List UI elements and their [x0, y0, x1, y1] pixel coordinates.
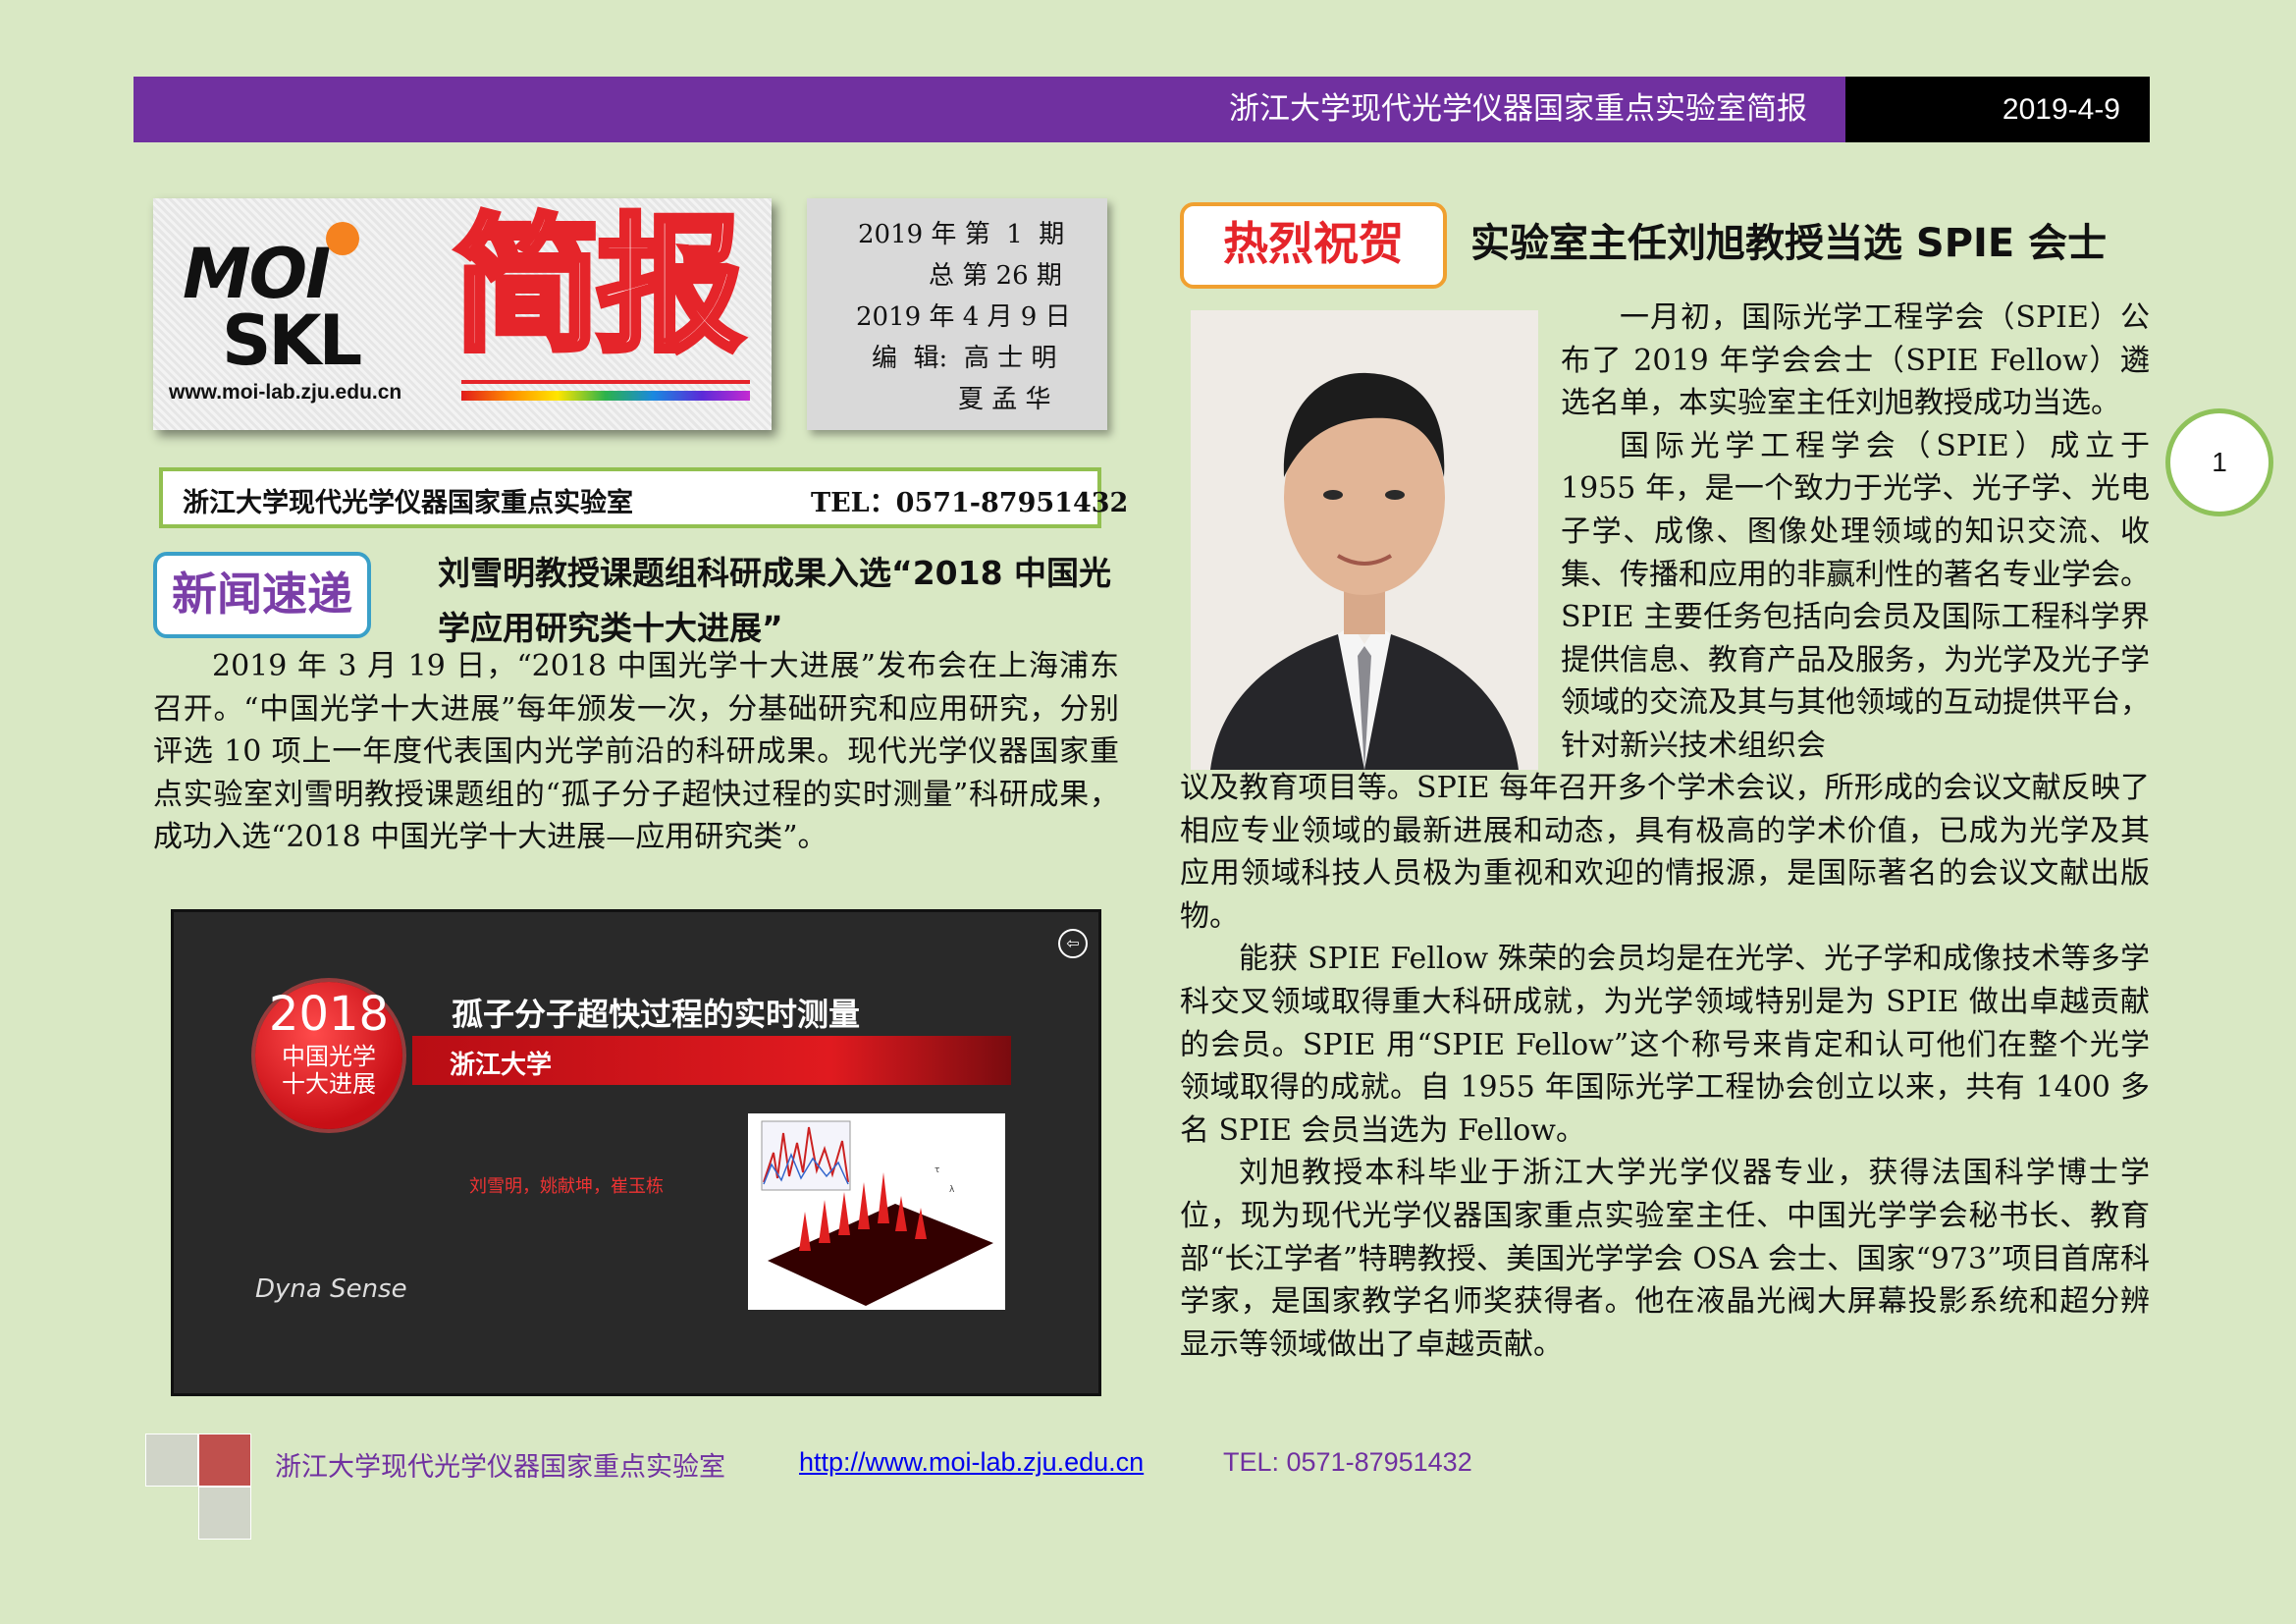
logo-rainbow-rule	[461, 391, 750, 401]
footer-url-link[interactable]: http://www.moi-lab.zju.edu.cn	[799, 1447, 1144, 1478]
issue-date: 2019 年 4 月 9 日	[856, 302, 1071, 332]
feature-title: 实验室主任刘旭教授当选 SPIE 会士	[1470, 221, 2108, 266]
award-badge-line1: 中国光学	[282, 1043, 376, 1070]
footer-square-icon	[145, 1434, 198, 1487]
feature-paragraph-2-top: 国际光学工程学会（SPIE）成立于 1955 年，是一个致力于光学、光子学、光电…	[1561, 428, 2150, 763]
issue-info: 2019 年 第 1 期 总 第 26 期 2019 年 4 月 9 日 编 辑…	[807, 198, 1107, 430]
portrait-person-icon	[1191, 310, 1538, 770]
svg-text:τ: τ	[934, 1165, 939, 1175]
feature-text-bottom: 议及教育项目等。SPIE 每年召开多个学术会议，所形成的会议文献反映了相应专业领…	[1180, 767, 2150, 1366]
logo-url: www.moi-lab.zju.edu.cn	[169, 381, 402, 404]
header-title: 浙江大学现代光学仪器国家重点实验室简报	[1229, 91, 1807, 127]
footer-square-red-icon	[198, 1434, 251, 1487]
logo-title: 简报	[451, 201, 747, 372]
slide-plot-image: τ λ	[748, 1113, 1005, 1310]
logo-dot-icon	[326, 222, 359, 255]
issue-editor-2: 夏 孟 华	[958, 385, 1051, 414]
slide-university: 浙江大学	[450, 1051, 553, 1080]
footer-tel: TEL: 0571-87951432	[1223, 1447, 1472, 1477]
news-title: 刘雪明教授课题组科研成果入选“2018 中国光学应用研究类十大进展”	[438, 554, 1112, 647]
portrait-photo	[1191, 310, 1538, 770]
slide-brand: Dyna Sense	[255, 1274, 407, 1304]
award-badge-year: 2018	[268, 987, 390, 1042]
news-body: 2019 年 3 月 19 日，“2018 中国光学十大进展”发布会在上海浦东召…	[153, 649, 1119, 854]
feature-paragraph-4: 刘旭教授本科毕业于浙江大学光学仪器专业，获得法国科学博士学位，现为现代光学仪器国…	[1180, 1156, 2150, 1362]
lab-tel: TEL：0571-87951432	[811, 488, 1129, 518]
feature-paragraph-3: 能获 SPIE Fellow 殊荣的会员均是在光学、光子学和成像技术等多学科交叉…	[1180, 942, 2150, 1148]
slide-authors: 刘雪明，姚献坤，崔玉栋	[469, 1176, 664, 1197]
logo-red-rule	[461, 380, 750, 384]
feature-text-top: 一月初，国际光学工程学会（SPIE）公布了 2019 年学会会士（SPIE Fe…	[1561, 297, 2150, 768]
header-date: 2019-4-9	[2002, 93, 2120, 126]
lab-name: 浙江大学现代光学仪器国家重点实验室	[183, 488, 633, 518]
feature-badge-label: 热烈祝贺	[1223, 217, 1404, 270]
issue-number: 2019 年 第 1 期	[858, 220, 1065, 249]
feature-paragraph-1: 一月初，国际光学工程学会（SPIE）公布了 2019 年学会会士（SPIE Fe…	[1561, 300, 2150, 421]
award-badge-label: 中国光学 十大进展	[255, 1043, 402, 1098]
slide-title: 孤子分子超快过程的实时测量	[452, 996, 861, 1033]
footer-lab-name: 浙江大学现代光学仪器国家重点实验室	[275, 1452, 725, 1483]
feature-paragraph-2-bottom: 议及教育项目等。SPIE 每年召开多个学术会议，所形成的会议文献反映了相应专业领…	[1180, 771, 2150, 934]
issue-editor: 编 辑: 高 士 明	[872, 344, 1057, 373]
slide-return-icon: ⇦	[1058, 929, 1088, 958]
svg-text:λ: λ	[949, 1185, 955, 1195]
footer-square-icon-2	[198, 1487, 251, 1540]
issue-total: 总 第 26 期	[929, 261, 1062, 291]
award-badge-line2: 十大进展	[282, 1070, 376, 1098]
news-badge-label: 新闻速递	[172, 568, 352, 621]
spectrum-plot-icon: τ λ	[748, 1113, 1005, 1310]
logo-skl: SKL	[222, 300, 362, 381]
page-number: 1	[2165, 408, 2273, 516]
